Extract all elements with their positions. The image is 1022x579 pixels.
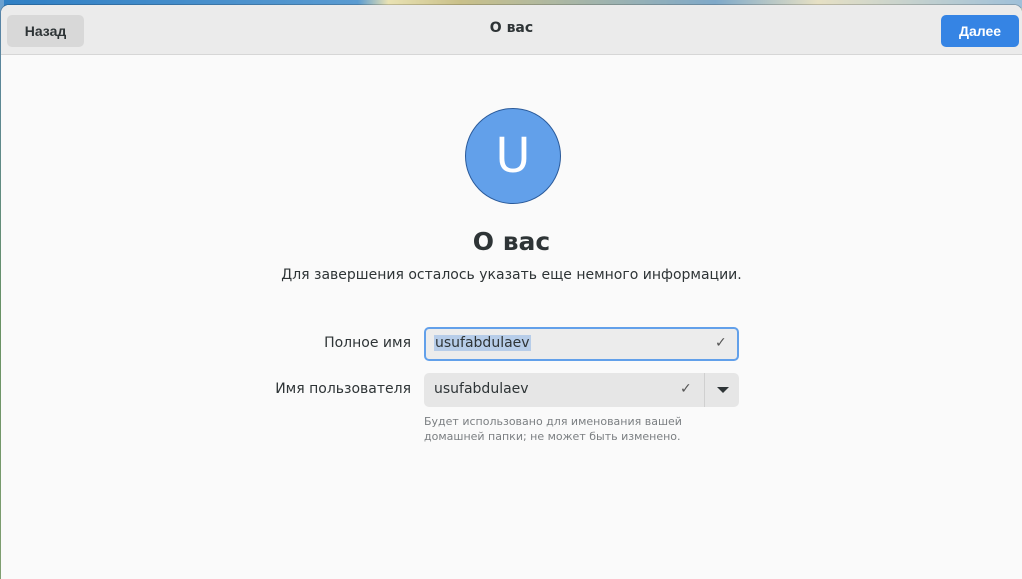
page-title: О вас [472,227,551,256]
window-title: О вас [489,20,534,36]
avatar-initial: U [495,128,531,184]
header-bar: Назад О вас Далее [1,5,1022,55]
setup-window: Назад О вас Далее U О вас Для завершения… [1,5,1022,579]
next-button[interactable]: Далее [941,15,1019,47]
chevron-down-icon [717,387,729,393]
username-dropdown-button[interactable] [707,373,739,407]
avatar[interactable]: U [465,108,561,204]
combo-separator [704,373,705,407]
check-icon: ✓ [715,335,727,351]
full-name-input[interactable]: usufabdulaev ✓ [424,327,739,361]
username-value: usufabdulaev [434,381,529,397]
full-name-value: usufabdulaev [434,335,531,351]
page-subtitle: Для завершения осталось указать еще немн… [281,267,742,283]
username-hint: Будет использовано для именования вашей … [424,415,682,443]
full-name-label: Полное имя [324,335,411,351]
username-combo[interactable]: usufabdulaev ✓ [424,373,739,407]
check-icon: ✓ [680,381,692,397]
username-label: Имя пользователя [275,381,411,397]
